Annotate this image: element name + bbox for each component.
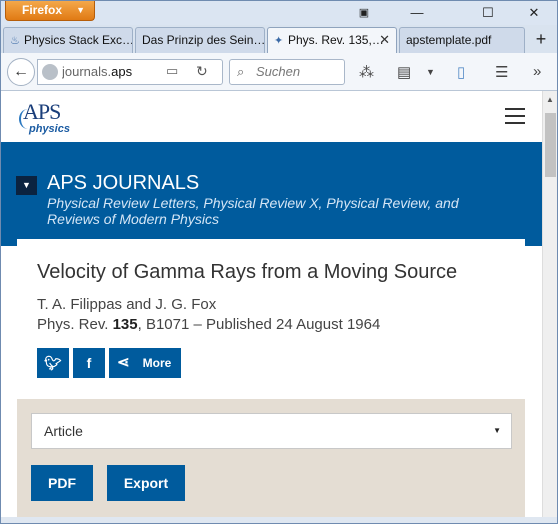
pdf-button[interactable]: PDF [31, 465, 93, 501]
journals-band: ▼ APS JOURNALS Physical Review Letters, … [1, 142, 542, 246]
logo-subtext: physics [29, 123, 70, 135]
extension-icon[interactable]: ⁂ [359, 63, 374, 81]
search-input[interactable]: ⌕ Suchen [229, 59, 345, 85]
tab-label: Das Prinzip des Sein… [142, 33, 265, 47]
article-citation: Phys. Rev. 135, B1071 – Published 24 Aug… [37, 316, 381, 333]
actions-panel: Article ▼ PDF Export [17, 399, 525, 517]
maximize-button[interactable]: ☐ [471, 3, 505, 23]
url-bar[interactable]: journals.aps ▭ ↻ [37, 59, 223, 85]
aps-physics-logo[interactable]: APS physics [19, 99, 70, 137]
overflow-chevron-icon[interactable]: » [533, 63, 541, 80]
scroll-up-arrow-icon[interactable]: ▲ [546, 95, 554, 104]
facebook-icon: f [86, 355, 92, 371]
site-header: APS physics [1, 91, 542, 142]
export-button[interactable]: Export [107, 465, 185, 501]
back-button[interactable]: ← [7, 58, 35, 86]
title-bar: Firefox ▼ ▣ — ☐ ✕ [1, 1, 557, 25]
tab-physics-stack-exchange[interactable]: ♨ Physics Stack Exc… [3, 27, 133, 53]
article-card: Velocity of Gamma Rays from a Moving Sou… [17, 239, 525, 399]
twitter-share-button[interactable]: 🐦︎ [37, 348, 69, 378]
dropdown-arrow-icon: ▼ [76, 5, 85, 15]
close-window-button[interactable]: ✕ [517, 3, 551, 23]
firefox-menu-label: Firefox [22, 3, 63, 17]
stack-exchange-icon: ♨ [10, 35, 20, 47]
sidebar-toggle-icon[interactable]: ▯ [457, 63, 465, 81]
clipboard-dropdown-icon[interactable]: ▼ [426, 67, 435, 77]
menu-icon[interactable]: ☰ [495, 63, 508, 81]
select-value: Article [44, 423, 83, 439]
section-title[interactable]: APS JOURNALS [47, 172, 199, 195]
tab-apstemplate[interactable]: apstemplate.pdf [399, 27, 525, 53]
close-tab-icon[interactable]: ✕ [379, 28, 390, 52]
search-placeholder: Suchen [256, 64, 301, 79]
hamburger-menu-icon[interactable] [505, 108, 525, 124]
url-text[interactable]: journals.aps [62, 60, 176, 84]
article-title: Velocity of Gamma Rays from a Moving Sou… [37, 261, 458, 283]
share-icon: ⋖ [117, 354, 130, 371]
clipboard-icon[interactable]: ▤ [397, 63, 411, 81]
facebook-share-button[interactable]: f [73, 348, 105, 378]
logo-text: APS [23, 99, 61, 124]
minimize-button[interactable]: — [400, 3, 434, 23]
tab-strip: ♨ Physics Stack Exc… Das Prinzip des Sein… [1, 25, 557, 53]
twitter-icon: 🐦︎ [44, 355, 62, 371]
journals-toggle-button[interactable]: ▼ [16, 176, 37, 195]
vertical-scrollbar[interactable]: ▲ [542, 91, 557, 517]
tab-groups-icon[interactable]: ▣ [347, 3, 381, 23]
search-icon: ⌕ [237, 64, 245, 79]
globe-icon [42, 64, 58, 80]
navigation-bar: ← journals.aps ▭ ↻ ⌕ Suchen ⁂ ▤ ▼ ▯ ☰ » [1, 53, 557, 91]
reload-icon[interactable]: ↻ [196, 63, 208, 80]
tab-phys-rev[interactable]: ✦ Phys. Rev. 135,… ✕ [267, 27, 397, 53]
reader-view-icon[interactable]: ▭ [166, 63, 178, 79]
caret-down-icon: ▼ [493, 426, 501, 435]
tab-das-prinzip[interactable]: Das Prinzip des Sein… [135, 27, 265, 53]
article-authors: T. A. Filippas and J. G. Fox [37, 296, 217, 313]
aps-favicon-icon: ✦ [274, 35, 284, 47]
more-label: More [142, 356, 172, 370]
scrollbar-thumb[interactable] [545, 113, 556, 177]
page-viewport: APS physics ▼ APS JOURNALS Physical Revi… [1, 91, 542, 517]
more-share-button[interactable]: ⋖ More [109, 348, 181, 378]
section-subtitle: Physical Review Letters, Physical Review… [47, 195, 459, 227]
tab-label: Physics Stack Exc… [24, 33, 133, 47]
new-tab-button[interactable]: + [528, 27, 554, 53]
browser-window: Firefox ▼ ▣ — ☐ ✕ ♨ Physics Stack Exc… Da… [0, 0, 558, 524]
tab-label: Phys. Rev. 135,… [288, 33, 384, 47]
tab-label: apstemplate.pdf [406, 33, 492, 47]
article-section-select[interactable]: Article ▼ [31, 413, 512, 449]
firefox-menu-button[interactable]: Firefox ▼ [5, 1, 95, 21]
